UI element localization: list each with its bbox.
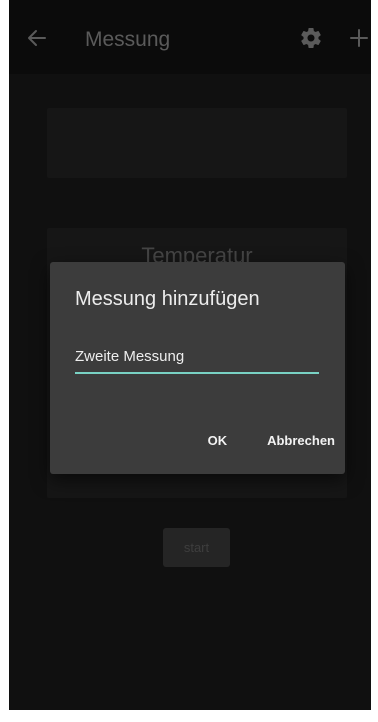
cancel-button[interactable]: Abbrechen: [267, 433, 335, 448]
app-screen: Messung Temperatur start Messung hinzufü…: [9, 0, 371, 710]
measurement-name-input[interactable]: [75, 344, 319, 374]
dialog-actions: OK Abbrechen: [208, 428, 345, 452]
dialog-title: Messung hinzufügen: [75, 288, 260, 310]
ok-button[interactable]: OK: [208, 433, 228, 448]
add-measurement-dialog: Messung hinzufügen OK Abbrechen: [50, 262, 345, 474]
